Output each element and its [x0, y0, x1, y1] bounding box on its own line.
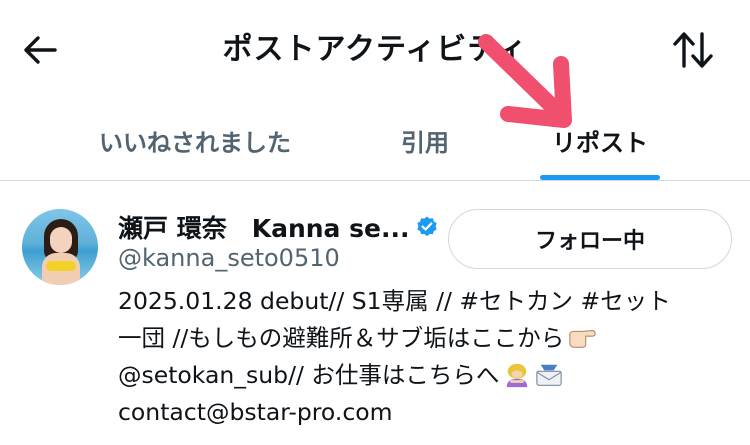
bio-line: 2025.01.28 debut// S1専属 // #セトカン #セット	[118, 287, 671, 315]
bio-line: @setokan_sub// お仕事はこちらへ	[118, 361, 500, 389]
sort-button[interactable]	[668, 26, 718, 74]
avatar[interactable]	[22, 209, 98, 285]
following-button[interactable]: フォロー中	[448, 209, 732, 269]
user-list-item[interactable]: 瀬戸 環奈 Kanna se... @kanna_seto0510 フォロー中 …	[0, 181, 750, 445]
pointing-right-icon	[569, 329, 596, 348]
tab-bar: いいねされました 引用 リポスト	[0, 100, 750, 180]
tab-likes[interactable]: いいねされました	[70, 100, 320, 180]
page-title: ポストアクティビティ	[222, 32, 528, 67]
header: ポストアクティビティ	[0, 0, 750, 100]
verified-badge-icon	[417, 216, 438, 237]
tab-label: リポスト	[552, 128, 648, 157]
user-handle[interactable]: @kanna_seto0510	[118, 241, 340, 275]
tab-quotes[interactable]: 引用	[360, 100, 490, 180]
sort-arrows-icon	[673, 32, 713, 68]
display-name[interactable]: 瀬戸 環奈 Kanna se...	[118, 209, 409, 245]
bio-line: 一団 //もしもの避難所＆サブ垢はここから	[118, 324, 565, 352]
envelope-icon	[536, 364, 563, 386]
tab-label: いいねされました	[99, 128, 291, 157]
bio-line-with-emoji: @setokan_sub// お仕事はこちらへ	[118, 357, 728, 394]
user-bio: 2025.01.28 debut// S1専属 // #セトカン #セット 一団…	[118, 283, 728, 431]
tab-label: 引用	[401, 128, 449, 157]
tab-reposts[interactable]: リポスト	[520, 100, 680, 180]
woman-bowing-icon	[507, 363, 528, 388]
bio-line-with-emoji: 一団 //もしもの避難所＆サブ垢はここから	[118, 320, 728, 357]
bio-line: contact@bstar-pro.com	[118, 398, 393, 426]
